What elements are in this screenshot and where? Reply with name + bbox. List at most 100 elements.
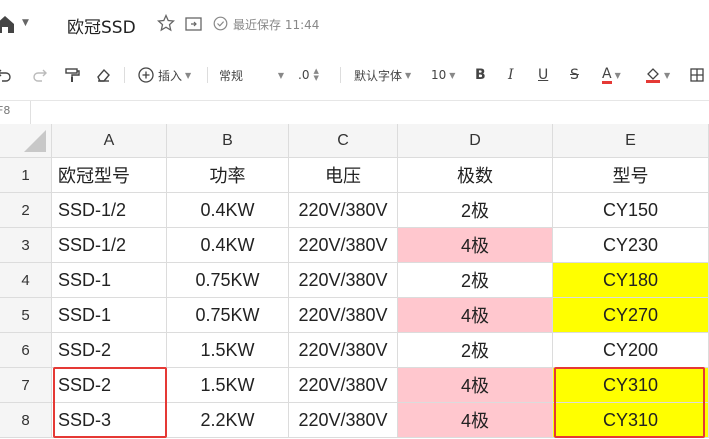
row-header-4[interactable]: 4 xyxy=(0,263,52,298)
font-family-label: 默认字体 xyxy=(354,68,403,83)
cell-e4[interactable]: CY180 xyxy=(553,263,709,298)
column-header-e[interactable]: E xyxy=(553,124,709,158)
row-header-6[interactable]: 6 xyxy=(0,333,52,368)
cell-b7[interactable]: 1.5KW xyxy=(167,368,289,403)
undo-button[interactable] xyxy=(0,55,12,95)
bold-button[interactable]: B xyxy=(475,55,486,95)
cell-e6[interactable]: CY200 xyxy=(553,333,709,368)
underline-button[interactable]: U xyxy=(538,55,548,95)
move-to-folder-icon[interactable] xyxy=(185,16,202,31)
cell-a2[interactable]: SSD-1/2 xyxy=(52,193,167,228)
fill-color-button[interactable]: ▼ xyxy=(645,55,670,95)
fill-bucket-icon xyxy=(646,68,660,83)
font-size-select[interactable]: 10 ▼ xyxy=(431,55,455,95)
cell-c5[interactable]: 220V/380V xyxy=(289,298,398,333)
cell-a3[interactable]: SSD-1/2 xyxy=(52,228,167,263)
cell-a7[interactable]: SSD-2 xyxy=(52,368,167,403)
toolbar: 插入 ▼ 常规 ▼ .0 ▲ ▼ 默认字体 ▼ 10 ▼ B I U S A ▼ … xyxy=(0,55,709,95)
cell-b6[interactable]: 1.5KW xyxy=(167,333,289,368)
chevron-down-icon: ▼ xyxy=(614,70,621,80)
home-menu-chevron-icon[interactable]: ▼ xyxy=(22,18,29,28)
cell-c6[interactable]: 220V/380V xyxy=(289,333,398,368)
row-header-2[interactable]: 2 xyxy=(0,193,52,228)
italic-icon: I xyxy=(508,67,514,83)
font-family-select[interactable]: 默认字体 ▼ xyxy=(354,55,411,95)
number-format-label: 常规 xyxy=(219,68,244,83)
cell-e3[interactable]: CY230 xyxy=(553,228,709,263)
cell-d7[interactable]: 4极 xyxy=(398,368,553,403)
cell-e7[interactable]: CY310 xyxy=(553,368,709,403)
insert-menu-button[interactable]: 插入 ▼ xyxy=(138,55,191,95)
number-format-select[interactable]: 常规 ▼ xyxy=(219,55,284,95)
cell-d5[interactable]: 4极 xyxy=(398,298,553,333)
cell-d4[interactable]: 2极 xyxy=(398,263,553,298)
insert-label: 插入 xyxy=(158,68,183,83)
star-icon[interactable] xyxy=(157,14,175,32)
column-header-c[interactable]: C xyxy=(289,124,398,158)
borders-button[interactable] xyxy=(690,55,704,95)
cell-c4[interactable]: 220V/380V xyxy=(289,263,398,298)
strikethrough-button[interactable]: S xyxy=(570,55,579,95)
cell-c2[interactable]: 220V/380V xyxy=(289,193,398,228)
stepper-arrows-icon: ▲ ▼ xyxy=(313,67,319,82)
cell-b5[interactable]: 0.75KW xyxy=(167,298,289,333)
column-header-d[interactable]: D xyxy=(398,124,553,158)
font-size-label: 10 xyxy=(431,68,447,82)
cell-c8[interactable]: 220V/380V xyxy=(289,403,398,438)
decimal-label: .0 xyxy=(298,68,310,82)
italic-button[interactable]: I xyxy=(508,55,514,95)
chevron-down-icon: ▼ xyxy=(449,70,456,80)
chevron-down-icon: ▼ xyxy=(277,70,284,80)
cell-c1[interactable]: 电压 xyxy=(289,158,398,193)
decimal-places-stepper[interactable]: .0 ▲ ▼ xyxy=(298,55,319,95)
cell-e1[interactable]: 型号 xyxy=(553,158,709,193)
cell-e8[interactable]: CY310 xyxy=(553,403,709,438)
font-color-button[interactable]: A ▼ xyxy=(602,55,621,95)
column-header-a[interactable]: A xyxy=(52,124,167,158)
cell-b4[interactable]: 0.75KW xyxy=(167,263,289,298)
toolbar-divider xyxy=(207,67,208,83)
cell-c7[interactable]: 220V/380V xyxy=(289,368,398,403)
cell-a5[interactable]: SSD-1 xyxy=(52,298,167,333)
select-all-icon xyxy=(24,129,46,152)
eraser-icon xyxy=(97,68,110,82)
cell-d6[interactable]: 2极 xyxy=(398,333,553,368)
row-header-8[interactable]: 8 xyxy=(0,403,52,438)
row-header-1[interactable]: 1 xyxy=(0,158,52,193)
cell-e2[interactable]: CY150 xyxy=(553,193,709,228)
cell-b2[interactable]: 0.4KW xyxy=(167,193,289,228)
row-header-3[interactable]: 3 xyxy=(0,228,52,263)
cell-a8[interactable]: SSD-3 xyxy=(52,403,167,438)
format-painter-button[interactable] xyxy=(64,55,80,95)
cell-reference[interactable]: F8 xyxy=(0,104,10,117)
cell-b3[interactable]: 0.4KW xyxy=(167,228,289,263)
cell-a6[interactable]: SSD-2 xyxy=(52,333,167,368)
select-all-corner[interactable] xyxy=(0,124,52,158)
borders-icon xyxy=(690,68,704,82)
row-header-5[interactable]: 5 xyxy=(0,298,52,333)
chevron-down-icon: ▼ xyxy=(664,70,671,80)
cell-e5[interactable]: CY270 xyxy=(553,298,709,333)
cell-d1[interactable]: 极数 xyxy=(398,158,553,193)
column-header-b[interactable]: B xyxy=(167,124,289,158)
undo-icon xyxy=(0,69,11,82)
cell-d2[interactable]: 2极 xyxy=(398,193,553,228)
formula-bar: F8 xyxy=(0,100,709,126)
font-color-icon: A xyxy=(602,65,612,84)
cell-c3[interactable]: 220V/380V xyxy=(289,228,398,263)
strikethrough-icon: S xyxy=(570,67,579,83)
row-header-7[interactable]: 7 xyxy=(0,368,52,403)
cell-d3[interactable]: 4极 xyxy=(398,228,553,263)
plus-circle-icon xyxy=(138,67,154,83)
cell-b8[interactable]: 2.2KW xyxy=(167,403,289,438)
home-icon[interactable] xyxy=(0,13,16,35)
cell-d8[interactable]: 4极 xyxy=(398,403,553,438)
document-title[interactable]: 欧冠SSD xyxy=(67,13,136,38)
redo-button[interactable] xyxy=(32,55,48,95)
cell-a1[interactable]: 欧冠型号 xyxy=(52,158,167,193)
cell-a4[interactable]: SSD-1 xyxy=(52,263,167,298)
toolbar-divider xyxy=(124,67,125,83)
title-bar: ▼ 欧冠SSD 最近保存 11:44 xyxy=(0,0,709,50)
clear-format-button[interactable] xyxy=(95,55,111,95)
cell-b1[interactable]: 功率 xyxy=(167,158,289,193)
